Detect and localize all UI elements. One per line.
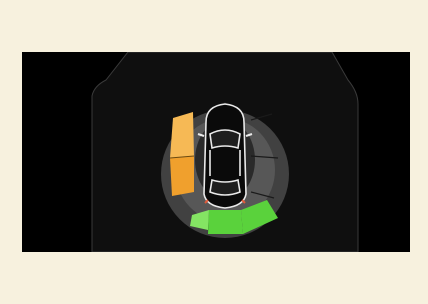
parking-sensor-display bbox=[22, 52, 410, 252]
rear-sensor-center-segment bbox=[208, 210, 243, 234]
car-top-view-icon bbox=[197, 103, 253, 209]
left-sensor-front-segment bbox=[170, 112, 194, 158]
page bbox=[0, 0, 428, 304]
left-sensor-rear-segment bbox=[170, 156, 194, 196]
